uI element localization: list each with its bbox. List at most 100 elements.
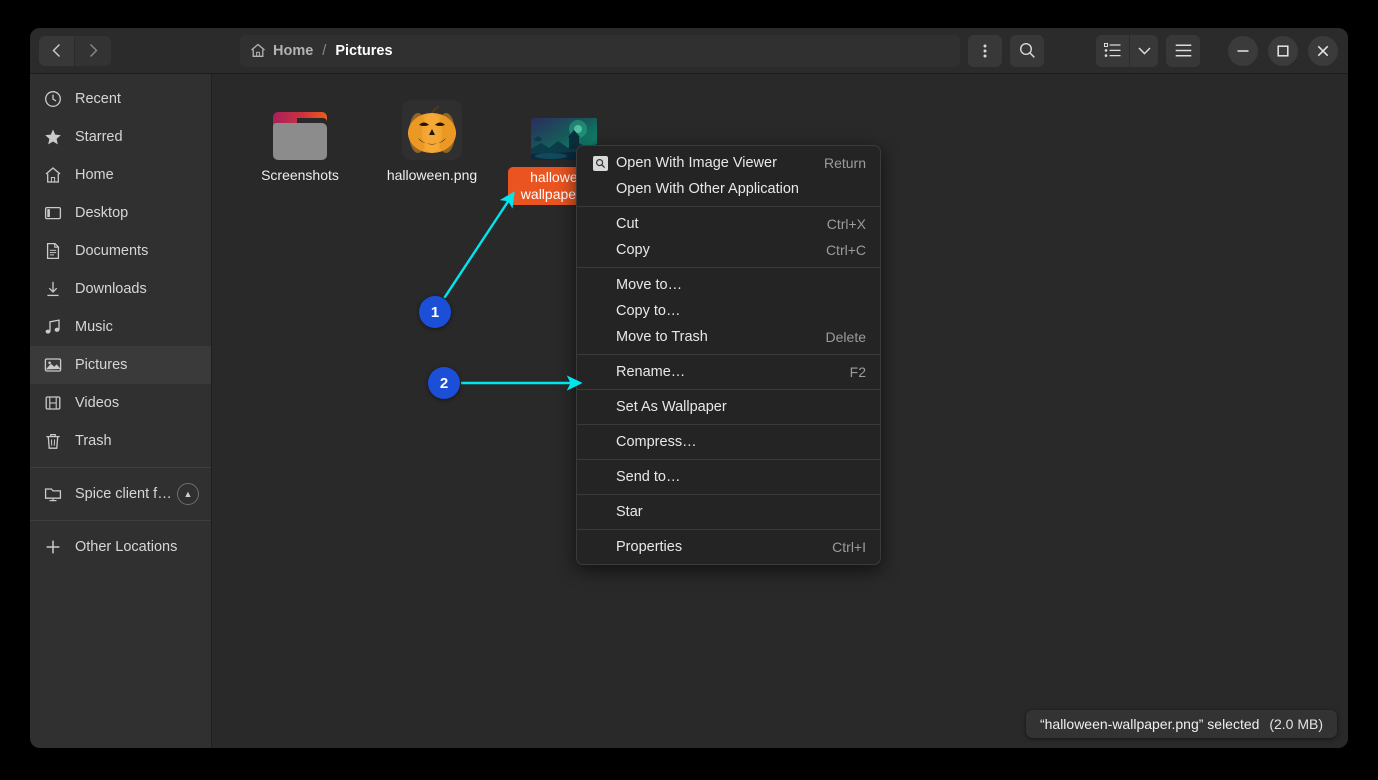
file-item[interactable]: Screenshots (234, 88, 366, 205)
chevron-left-icon (52, 44, 60, 57)
menu-item-copy[interactable]: Copy Ctrl+C (577, 237, 880, 263)
sidebar-item-music[interactable]: Music (30, 308, 211, 346)
header-bar: Home / Pictures (30, 28, 1348, 74)
file-manager-window: Home / Pictures Recent Starred Home Desk… (30, 28, 1348, 748)
home-icon (251, 43, 265, 57)
minimize-button[interactable] (1228, 35, 1258, 66)
menu-item-cut[interactable]: Cut Ctrl+X (577, 211, 880, 237)
status-selected-text: “halloween-wallpaper.png” selected (1039, 716, 1260, 732)
sidebar-item-downloads[interactable]: Downloads (30, 270, 211, 308)
sidebar-separator (30, 520, 211, 521)
trash-icon (42, 432, 64, 450)
sidebar-item-pictures[interactable]: Pictures (30, 346, 211, 384)
sidebar-item-spice-client-f[interactable]: Spice client f… ▲ (30, 475, 211, 513)
clock-icon (42, 90, 64, 108)
breadcrumb-home[interactable]: Home (250, 43, 313, 59)
sidebar-item-videos[interactable]: Videos (30, 384, 211, 422)
menu-item-label: Open With Image Viewer (616, 155, 777, 171)
pumpkin-image-thumbnail (402, 100, 462, 160)
menu-separator (577, 206, 880, 207)
breadcrumb[interactable]: Home / Pictures (240, 34, 960, 67)
breadcrumb-current-label: Pictures (335, 42, 393, 59)
menu-item-shortcut: Ctrl+C (825, 242, 866, 258)
file-thumbnail (402, 90, 462, 160)
home-icon (45, 167, 61, 183)
sidebar-item-starred[interactable]: Starred (30, 118, 211, 156)
menu-item-label: Open With Other Application (616, 181, 799, 197)
sidebar-item-label: Recent (75, 91, 121, 107)
sidebar-item-label: Documents (75, 243, 149, 259)
menu-item-compress[interactable]: Compress… (577, 429, 880, 455)
star-icon (42, 128, 64, 146)
download-icon (47, 281, 59, 297)
breadcrumb-home-label: Home (273, 42, 314, 59)
star-icon (45, 129, 61, 145)
menu-item-label: Send to… (616, 469, 681, 485)
sidebar-item-home[interactable]: Home (30, 156, 211, 194)
download-icon (42, 280, 64, 298)
menu-item-label: Properties (616, 539, 683, 555)
menu-item-set-as-wallpaper[interactable]: Set As Wallpaper (577, 394, 880, 420)
menu-item-rename[interactable]: Rename… F2 (577, 359, 880, 385)
hamburger-menu-icon (1175, 44, 1191, 57)
main-menu-button[interactable] (1166, 34, 1200, 67)
pumpkin-icon (408, 105, 456, 153)
chevron-down-icon (1137, 46, 1151, 55)
music-icon (42, 318, 64, 336)
home-icon (42, 166, 64, 184)
eject-button[interactable]: ▲ (177, 483, 199, 505)
network-folder-icon (44, 488, 62, 502)
view-mode-group (1096, 34, 1158, 67)
search-button[interactable] (1010, 34, 1044, 67)
sidebar-item-label: Downloads (75, 281, 147, 297)
menu-item-open-with-image-viewer[interactable]: Open With Image Viewer Return (577, 150, 880, 176)
menu-separator (577, 267, 880, 268)
menu-item-star[interactable]: Star (577, 499, 880, 525)
menu-item-shortcut: Delete (825, 329, 866, 345)
menu-separator (577, 529, 880, 530)
view-mode-dropdown-button[interactable] (1130, 34, 1158, 67)
menu-item-move-to-trash[interactable]: Move to Trash Delete (577, 324, 880, 350)
list-view-button[interactable] (1096, 34, 1130, 67)
context-menu[interactable]: Open With Image Viewer Return Open With Ot… (576, 145, 881, 565)
plus-icon (46, 540, 60, 554)
menu-item-send-to[interactable]: Send to… (577, 464, 880, 490)
file-name-label: Screenshots (261, 167, 339, 183)
back-button[interactable] (39, 35, 75, 66)
view-options-button[interactable] (968, 34, 1002, 67)
menu-item-move-to[interactable]: Move to… (577, 272, 880, 298)
path-and-search: Home / Pictures (240, 34, 1058, 67)
menu-item-copy-to[interactable]: Copy to… (577, 298, 880, 324)
search-icon (1019, 42, 1035, 58)
menu-item-label: Set As Wallpaper (616, 399, 727, 415)
menu-item-label: Copy (616, 242, 650, 258)
sidebar-item-desktop[interactable]: Desktop (30, 194, 211, 232)
status-size-text: (2.0 MB) (1269, 716, 1323, 732)
maximize-button[interactable] (1268, 35, 1298, 66)
breadcrumb-separator: / (322, 42, 327, 59)
sidebar-item-recent[interactable]: Recent (30, 80, 211, 118)
file-name-label: halloween.png (386, 167, 478, 183)
network-folder-icon (42, 485, 64, 503)
close-button[interactable] (1308, 35, 1338, 66)
menu-item-properties[interactable]: Properties Ctrl+I (577, 534, 880, 560)
sidebar-separator (30, 467, 211, 468)
menu-item-open-with-other-application[interactable]: Open With Other Application (577, 176, 880, 202)
sidebar-item-label: Home (75, 167, 114, 183)
sidebar-item-other-locations[interactable]: Other Locations (30, 528, 211, 566)
menu-separator (577, 424, 880, 425)
menu-item-label: Move to Trash (616, 329, 708, 345)
status-bar: “halloween-wallpaper.png” selected (2.0 … (1025, 710, 1337, 738)
folder-icon (273, 112, 327, 160)
menu-separator (577, 389, 880, 390)
sidebar-item-trash[interactable]: Trash (30, 422, 211, 460)
file-item[interactable]: halloween.png (366, 88, 498, 205)
trash-icon (46, 433, 60, 449)
forward-button[interactable] (75, 35, 111, 66)
menu-separator (577, 354, 880, 355)
menu-item-label: Star (616, 504, 643, 520)
menu-item-label: Move to… (616, 277, 683, 293)
sidebar-item-label: Trash (75, 433, 112, 449)
menu-item-shortcut: Return (823, 155, 866, 171)
sidebar-item-documents[interactable]: Documents (30, 232, 211, 270)
